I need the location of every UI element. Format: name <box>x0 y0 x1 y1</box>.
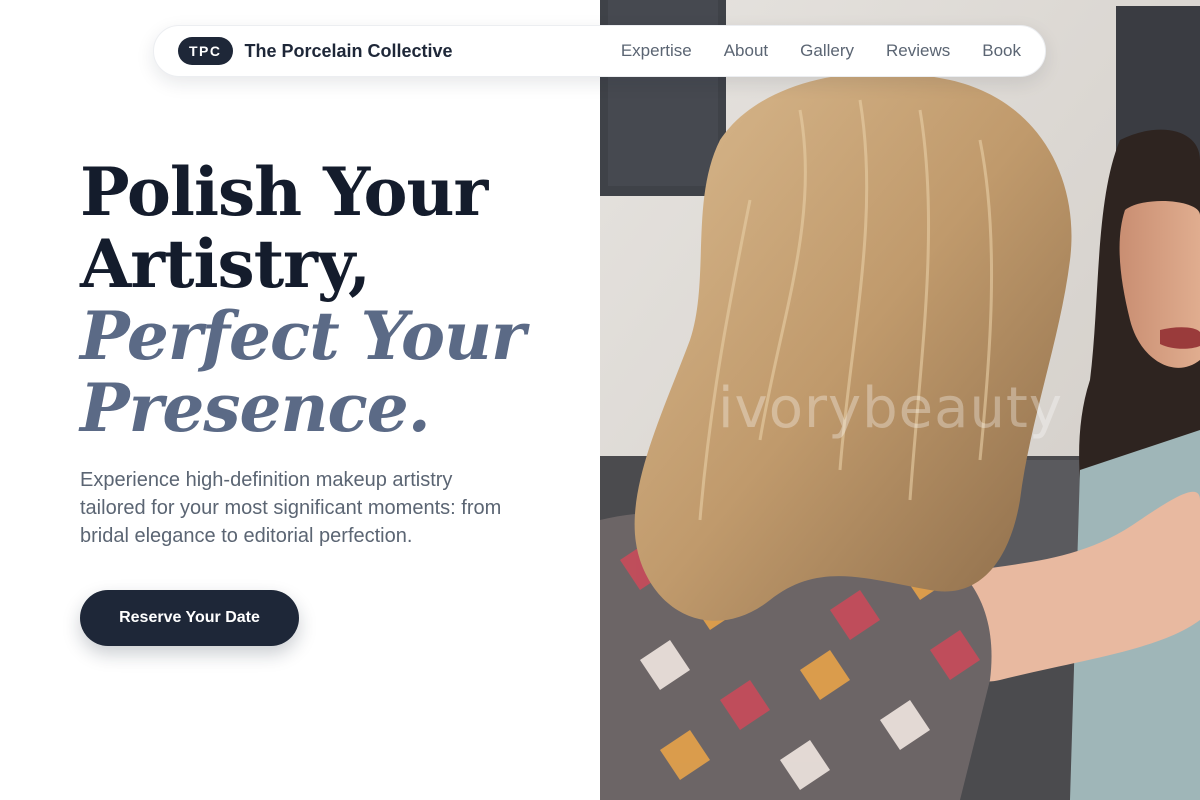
nav-links: Expertise About Gallery Reviews Book <box>621 41 1021 61</box>
reserve-date-button[interactable]: Reserve Your Date <box>80 590 299 646</box>
headline-line-2: Artistry, <box>80 225 371 303</box>
nav-link-gallery[interactable]: Gallery <box>800 41 854 61</box>
nav-link-reviews[interactable]: Reviews <box>886 41 950 61</box>
headline-line-1: Polish Your <box>80 153 488 231</box>
hero-headline: Polish Your Artistry, Perfect Your Prese… <box>80 156 580 444</box>
hero-photo: ivorybeauty <box>600 0 1200 800</box>
headline-line-3: Perfect Your <box>80 297 526 375</box>
headline-line-4: Presence. <box>80 369 431 447</box>
hero-subtext: Experience high-definition makeup artist… <box>80 469 502 547</box>
brand-name[interactable]: The Porcelain Collective <box>245 41 453 62</box>
image-watermark: ivorybeauty <box>718 376 1064 441</box>
logo-badge[interactable]: TPC <box>178 37 233 65</box>
top-navigation: TPC The Porcelain Collective Expertise A… <box>153 25 1046 77</box>
nav-link-about[interactable]: About <box>724 41 768 61</box>
nav-link-book[interactable]: Book <box>982 41 1021 61</box>
nav-link-expertise[interactable]: Expertise <box>621 41 692 61</box>
